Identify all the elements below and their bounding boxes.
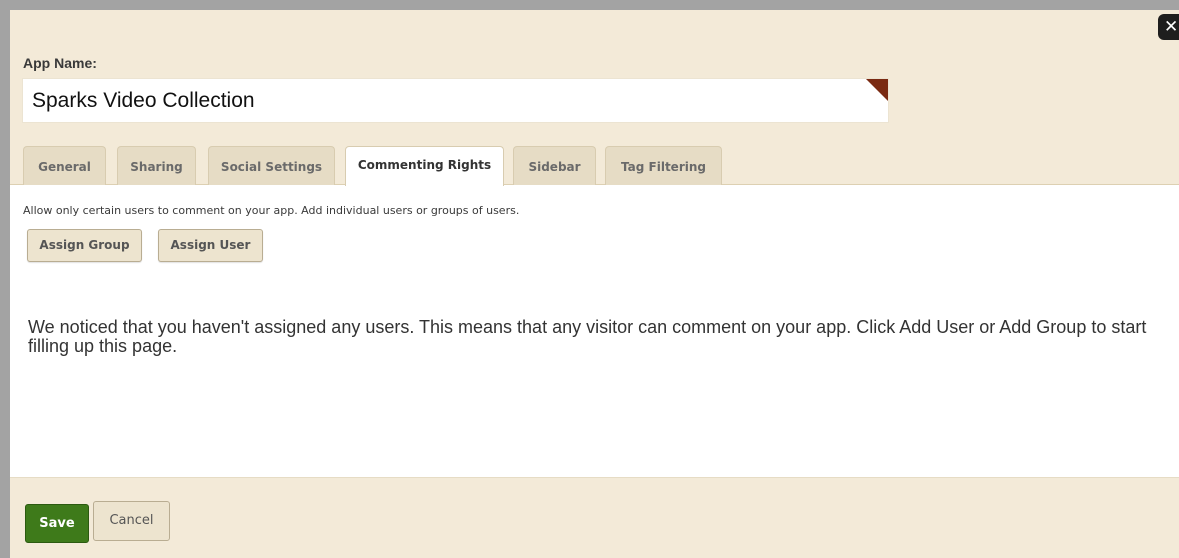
assign-group-button[interactable]: Assign Group — [27, 229, 142, 262]
required-corner-marker — [866, 79, 888, 101]
no-users-notice: We noticed that you haven't assigned any… — [28, 317, 1147, 356]
save-button[interactable]: Save — [25, 504, 89, 543]
cancel-button[interactable]: Cancel — [93, 501, 170, 541]
app-settings-dialog: ✕ App Name: General Sharing Social Setti… — [0, 0, 1179, 558]
tab-general[interactable]: General — [23, 146, 106, 185]
close-icon[interactable]: ✕ — [1158, 14, 1179, 40]
assign-user-button[interactable]: Assign User — [158, 229, 263, 262]
commenting-description: Allow only certain users to comment on y… — [23, 204, 520, 217]
dialog-footer — [10, 477, 1179, 558]
tab-commenting-rights[interactable]: Commenting Rights — [345, 146, 504, 186]
app-name-label: App Name: — [23, 55, 97, 71]
dialog-frame-left — [0, 0, 10, 558]
app-name-input[interactable] — [22, 78, 889, 123]
tab-sharing[interactable]: Sharing — [117, 146, 196, 185]
dialog-frame-top — [0, 0, 1179, 10]
tab-tag-filtering[interactable]: Tag Filtering — [605, 146, 722, 185]
tab-sidebar[interactable]: Sidebar — [513, 146, 596, 185]
tab-social-settings[interactable]: Social Settings — [208, 146, 335, 185]
